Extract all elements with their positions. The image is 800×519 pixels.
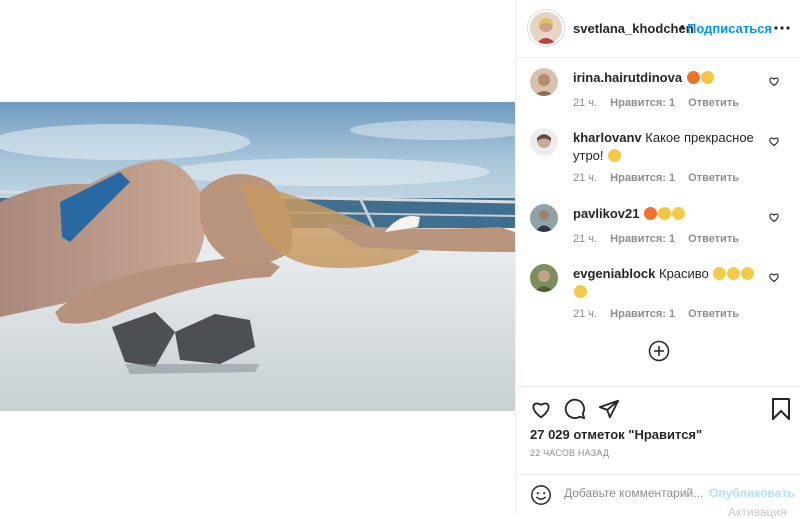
comment-likes[interactable]: Нравится: 1 — [610, 308, 675, 320]
clap-emoji-icon — [658, 207, 672, 220]
comment-like-heart-icon[interactable] — [768, 271, 780, 283]
commenter-avatar[interactable] — [530, 204, 558, 232]
comment-likes[interactable]: Нравится: 1 — [610, 97, 675, 109]
author-avatar[interactable] — [530, 12, 562, 44]
commenter-avatar-image — [530, 264, 558, 292]
kiss-emoji-icon — [574, 285, 587, 298]
comment-meta: 21 ч. Нравится: 1 Ответить — [573, 233, 749, 245]
kiss-emoji-icon — [713, 267, 727, 280]
comment-username[interactable]: irina.hairutdinova — [573, 70, 682, 85]
heart-eyes-emoji-icon — [608, 149, 622, 162]
more-options-icon[interactable] — [774, 26, 790, 30]
commenter-avatar[interactable] — [530, 68, 558, 96]
activation-watermark: Активация — [728, 505, 787, 519]
comment-username[interactable]: evgeniablock — [573, 266, 655, 281]
comment-text: kharlovanv Какое прекрасное утро! — [573, 129, 763, 165]
post-timestamp[interactable]: 22 ЧАСОВ НАЗАД — [530, 448, 609, 458]
comment-meta: 21 ч. Нравится: 1 Ответить — [573, 308, 749, 320]
load-more-comments-icon[interactable] — [648, 340, 670, 362]
comment-text: irina.hairutdinova — [573, 69, 763, 87]
publish-button[interactable]: Опубликовать — [709, 486, 795, 500]
like-heart-icon[interactable] — [530, 398, 552, 420]
likes-count[interactable]: 27 029 отметок "Нравится" — [530, 427, 702, 442]
share-paper-plane-icon[interactable] — [598, 398, 620, 420]
post-photo-image — [0, 102, 515, 411]
comments-panel: svetlana_khodchen • Подписаться irina.ha… — [515, 0, 800, 514]
author-username[interactable]: svetlana_khodchen — [573, 21, 694, 36]
comment-text: pavlikov21 — [573, 205, 763, 223]
kiss-emoji-icon — [727, 267, 741, 280]
comment-likes[interactable]: Нравится: 1 — [610, 233, 675, 245]
commenter-avatar-image — [530, 68, 558, 96]
comment-text: evgeniablock Красиво — [573, 265, 763, 301]
fire-emoji-icon — [686, 71, 700, 84]
comment-time[interactable]: 21 ч. — [573, 172, 597, 184]
comment-likes[interactable]: Нравится: 1 — [610, 172, 675, 184]
follow-button[interactable]: Подписаться — [687, 21, 772, 36]
comment-meta: 21 ч. Нравится: 1 Ответить — [573, 172, 749, 184]
comment-like-heart-icon[interactable] — [768, 135, 780, 147]
comment-reply-button[interactable]: Ответить — [688, 97, 739, 109]
comment-like-heart-icon[interactable] — [768, 75, 780, 87]
post-header: svetlana_khodchen • Подписаться — [516, 0, 800, 58]
commenter-avatar[interactable] — [530, 128, 558, 156]
kiss-emoji-icon — [741, 267, 755, 280]
save-bookmark-icon[interactable] — [771, 397, 791, 421]
comment-bubble-icon[interactable] — [564, 398, 586, 420]
fire-emoji-icon — [644, 207, 658, 220]
comment-reply-button[interactable]: Ответить — [688, 308, 739, 320]
author-avatar-image — [530, 12, 562, 44]
comment-time[interactable]: 21 ч. — [573, 233, 597, 245]
comment-username[interactable]: kharlovanv — [573, 130, 642, 145]
comment-meta: 21 ч. Нравится: 1 Ответить — [573, 97, 749, 109]
comment-like-heart-icon[interactable] — [768, 211, 780, 223]
comment-body: Красиво — [659, 266, 709, 281]
comment-input[interactable] — [564, 486, 706, 500]
post-media-pane — [0, 0, 515, 514]
emoji-picker-icon[interactable] — [530, 484, 552, 506]
comment-reply-button[interactable]: Ответить — [688, 233, 739, 245]
commenter-avatar-image — [530, 128, 558, 156]
commenter-avatar-image — [530, 204, 558, 232]
header-separator-dot: • — [680, 19, 685, 34]
post-photo[interactable] — [0, 102, 515, 411]
comment-reply-button[interactable]: Ответить — [688, 172, 739, 184]
comment-time[interactable]: 21 ч. — [573, 97, 597, 109]
heart-eyes-emoji-icon — [672, 207, 686, 220]
comment-time[interactable]: 21 ч. — [573, 308, 597, 320]
comment-username[interactable]: pavlikov21 — [573, 206, 640, 221]
raised-hands-emoji-icon — [700, 71, 714, 84]
commenter-avatar[interactable] — [530, 264, 558, 292]
